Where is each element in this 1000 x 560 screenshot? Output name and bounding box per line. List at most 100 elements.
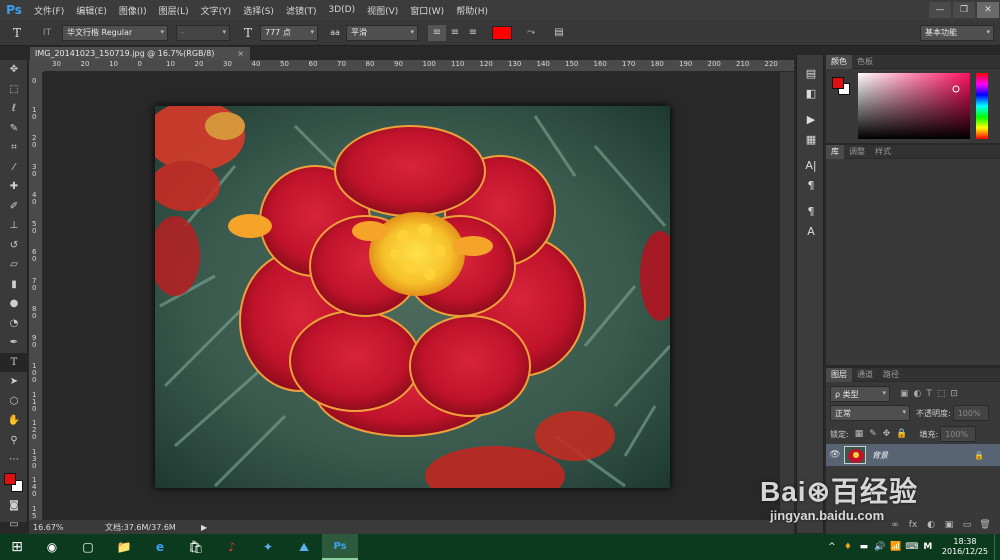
quick-mask-icon[interactable]: ◙ bbox=[0, 496, 28, 516]
crop-tool-icon[interactable]: ⌗ bbox=[0, 138, 28, 158]
tab-layers[interactable]: 图层 bbox=[826, 367, 852, 382]
tab-color[interactable]: 颜色 bbox=[826, 54, 852, 69]
hue-slider[interactable] bbox=[976, 73, 988, 139]
eyedropper-tool-icon[interactable]: ⁄ bbox=[0, 158, 28, 178]
menu-window[interactable]: 窗口(W) bbox=[404, 4, 450, 17]
fill-field[interactable]: 100% bbox=[940, 426, 977, 442]
layer-filter-select[interactable]: ρ 类型 ▾ bbox=[830, 386, 890, 402]
color-swatches[interactable] bbox=[0, 470, 28, 496]
opacity-field[interactable]: 100% bbox=[952, 405, 989, 421]
workspace-select[interactable]: 基本功能 ▾ bbox=[920, 24, 994, 41]
lasso-tool-icon[interactable]: ℓ bbox=[0, 99, 28, 119]
tab-styles[interactable]: 样式 bbox=[870, 145, 896, 159]
type-tool-preset-icon[interactable]: T bbox=[0, 23, 34, 43]
text-orientation-icon[interactable]: IT bbox=[34, 23, 60, 43]
menu-type[interactable]: 文字(Y) bbox=[195, 4, 238, 17]
marquee-tool-icon[interactable]: ⬚ bbox=[0, 80, 28, 100]
tab-channels[interactable]: 通道 bbox=[852, 368, 878, 382]
align-center-icon[interactable]: ≡ bbox=[446, 25, 464, 41]
dodge-tool-icon[interactable]: ◔ bbox=[0, 314, 28, 334]
properties-panel-icon[interactable]: ◧ bbox=[797, 83, 825, 103]
text-color-swatch[interactable] bbox=[492, 25, 512, 40]
restore-button[interactable]: ❐ bbox=[953, 2, 975, 18]
screen-mode-icon[interactable]: ▭ bbox=[0, 515, 28, 535]
character-styles-icon[interactable]: A bbox=[797, 221, 825, 241]
document-photo[interactable] bbox=[155, 106, 670, 488]
taskbar-clock[interactable]: 18:38 2016/12/25 bbox=[936, 537, 994, 557]
foreground-color-swatch[interactable] bbox=[4, 472, 16, 485]
tray-app-icon[interactable]: ♦ bbox=[840, 542, 856, 552]
zoom-level[interactable]: 16.67% bbox=[29, 523, 99, 532]
taskbar-photos-icon[interactable]: ⛰ bbox=[286, 534, 322, 560]
tab-adjustments[interactable]: 调整 bbox=[844, 145, 870, 159]
shape-tool-icon[interactable]: ⬡ bbox=[0, 392, 28, 412]
paragraph-styles-icon[interactable]: ¶ bbox=[797, 201, 825, 221]
brush-tool-icon[interactable]: ✐ bbox=[0, 197, 28, 217]
visibility-eye-icon[interactable]: 👁 bbox=[826, 450, 844, 460]
font-family-select[interactable]: 华文行楷 Regular ▾ bbox=[62, 24, 168, 41]
clone-stamp-tool-icon[interactable]: ⊥ bbox=[0, 216, 28, 236]
color-field[interactable] bbox=[858, 73, 970, 139]
menu-layer[interactable]: 图层(L) bbox=[153, 4, 195, 17]
tray-keyboard-icon[interactable]: ⌨ bbox=[904, 542, 920, 552]
close-button[interactable]: ✕ bbox=[977, 2, 999, 18]
healing-brush-tool-icon[interactable]: ✚ bbox=[0, 177, 28, 197]
zoom-tool-icon[interactable]: ⚲ bbox=[0, 431, 28, 451]
menu-file[interactable]: 文件(F) bbox=[28, 4, 70, 17]
character-panel-icon[interactable]: A| bbox=[797, 155, 825, 175]
paragraph-panel-icon[interactable]: ¶ bbox=[797, 175, 825, 195]
menu-help[interactable]: 帮助(H) bbox=[450, 4, 494, 17]
document-tab[interactable]: IMG_20141023_150719.jpg @ 16.7%(RGB/8) × bbox=[30, 47, 250, 60]
menu-3d[interactable]: 3D(D) bbox=[322, 5, 361, 15]
hand-tool-icon[interactable]: ✋ bbox=[0, 411, 28, 431]
start-button[interactable]: ⊞ bbox=[0, 534, 34, 560]
tab-swatches[interactable]: 色板 bbox=[852, 55, 878, 69]
eraser-tool-icon[interactable]: ▱ bbox=[0, 255, 28, 275]
taskbar-edge-icon[interactable]: e bbox=[142, 534, 178, 560]
align-right-icon[interactable]: ≡ bbox=[464, 25, 482, 41]
lock-icons[interactable]: ▦✎✥🔒 bbox=[855, 429, 914, 439]
vertical-scrollbar[interactable] bbox=[780, 72, 794, 520]
status-menu-arrow[interactable]: ▶ bbox=[199, 523, 207, 532]
antialias-select[interactable]: 平滑 ▾ bbox=[346, 24, 418, 41]
tab-libraries[interactable]: 库 bbox=[826, 144, 844, 159]
document-close-icon[interactable]: × bbox=[237, 47, 244, 60]
layer-filter-icons[interactable]: ▣◐T⬚⊡ bbox=[900, 389, 963, 399]
type-tool-icon[interactable]: T bbox=[0, 352, 28, 372]
blur-tool-icon[interactable]: ● bbox=[0, 294, 28, 314]
actions-panel-icon[interactable]: ▶ bbox=[797, 109, 825, 129]
menu-select[interactable]: 选择(S) bbox=[237, 4, 280, 17]
color-panel-swatches[interactable] bbox=[832, 75, 852, 97]
tray-network-icon[interactable]: 📶 bbox=[888, 542, 904, 552]
gradient-tool-icon[interactable]: ▮ bbox=[0, 275, 28, 295]
canvas-area[interactable] bbox=[44, 72, 794, 520]
blend-mode-select[interactable]: 正常 ▾ bbox=[830, 405, 910, 421]
info-panel-icon[interactable]: ▦ bbox=[797, 129, 825, 149]
new-layer-icon[interactable]: ▭ bbox=[958, 520, 976, 530]
menu-edit[interactable]: 编辑(E) bbox=[70, 4, 113, 17]
tray-ime-icon[interactable]: M bbox=[920, 542, 936, 552]
show-desktop-button[interactable] bbox=[994, 534, 1000, 560]
taskbar-task-view-icon[interactable]: ▢ bbox=[70, 534, 106, 560]
layer-row-background[interactable]: 👁 背景 🔒 bbox=[826, 444, 1000, 466]
move-tool-icon[interactable]: ✥ bbox=[0, 60, 28, 80]
taskbar-music-icon[interactable]: ♪ bbox=[214, 534, 250, 560]
tab-paths[interactable]: 路径 bbox=[878, 368, 904, 382]
warp-text-icon[interactable]: ⤳ bbox=[522, 25, 540, 41]
menu-filter[interactable]: 滤镜(T) bbox=[280, 4, 323, 17]
pen-tool-icon[interactable]: ✒ bbox=[0, 333, 28, 353]
menu-image[interactable]: 图像(I) bbox=[113, 4, 153, 17]
path-select-tool-icon[interactable]: ➤ bbox=[0, 372, 28, 392]
delete-layer-icon[interactable]: 🗑 bbox=[976, 520, 994, 530]
align-left-icon[interactable]: ≡ bbox=[428, 24, 446, 41]
character-panel-icon[interactable]: ▤ bbox=[550, 25, 568, 41]
menu-view[interactable]: 视图(V) bbox=[361, 4, 404, 17]
taskbar-file-explorer-icon[interactable]: 📁 bbox=[106, 534, 142, 560]
tray-volume-icon[interactable]: 🔊 bbox=[872, 542, 888, 552]
panel-foreground-swatch[interactable] bbox=[832, 77, 844, 89]
tray-expand-icon[interactable]: ^ bbox=[824, 542, 840, 552]
quick-select-tool-icon[interactable]: ✎ bbox=[0, 119, 28, 139]
font-size-select[interactable]: 777 点 ▾ bbox=[260, 24, 318, 41]
layer-name[interactable]: 背景 bbox=[872, 450, 888, 461]
history-brush-tool-icon[interactable]: ↺ bbox=[0, 236, 28, 256]
